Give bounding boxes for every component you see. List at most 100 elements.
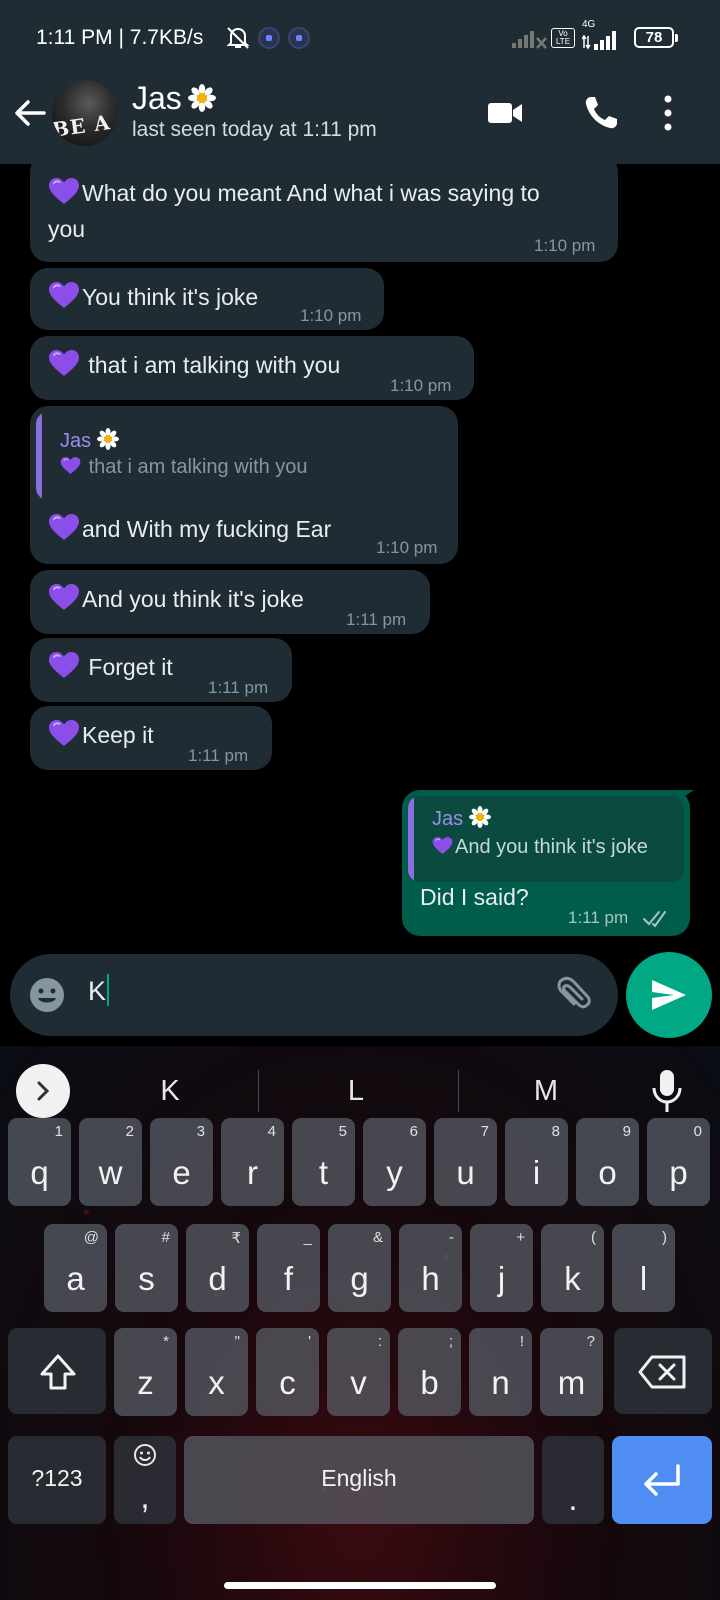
avatar-text: BE A	[52, 110, 113, 142]
key-x[interactable]: " x	[185, 1328, 248, 1416]
heart-emoji	[48, 719, 80, 747]
key-b[interactable]: ; b	[398, 1328, 461, 1416]
outgoing-message-bubble[interactable]: Jas And you think it's joke Did I said? …	[402, 790, 690, 936]
key-label: z	[137, 1364, 154, 1401]
comma-key[interactable]: ,	[114, 1436, 176, 1524]
key-v[interactable]: :v	[327, 1328, 390, 1416]
key-n[interactable]: ! n	[469, 1328, 532, 1416]
network-type: 4G	[582, 19, 596, 30]
key-d[interactable]: ₹ d	[186, 1224, 249, 1312]
backspace-icon	[638, 1355, 686, 1389]
key-label: x	[208, 1364, 225, 1401]
key-j[interactable]: + j	[470, 1224, 533, 1312]
key-hint: '	[308, 1333, 311, 1350]
message-bubble[interactable]: Forget it 1:11 pm	[30, 638, 292, 702]
mic-icon[interactable]	[650, 1066, 684, 1116]
emoji-icon[interactable]	[28, 976, 66, 1014]
keyboard-expand-button[interactable]	[16, 1064, 70, 1118]
shift-key[interactable]	[8, 1328, 106, 1414]
contact-name[interactable]: Jas	[132, 80, 216, 117]
key-label: r	[247, 1154, 258, 1191]
volte-icon: Vo LTE	[551, 28, 575, 48]
message-bubble[interactable]: What do you meant And what i was saying …	[30, 154, 618, 262]
message-line: and With my fucking Ear	[82, 516, 332, 542]
key-hint: 0	[693, 1123, 702, 1140]
quoted-message[interactable]: Jas that i am talking with you	[36, 412, 452, 500]
key-g[interactable]: & g	[328, 1224, 391, 1312]
key-q[interactable]: 1q	[8, 1118, 71, 1206]
quote-bar	[36, 412, 42, 500]
period-key[interactable]: .	[542, 1436, 604, 1524]
key-hint: 1	[54, 1123, 63, 1140]
key-u[interactable]: 7u	[434, 1118, 497, 1206]
voice-call-icon[interactable]	[580, 92, 622, 134]
key-p[interactable]: 0p	[647, 1118, 710, 1206]
heart-emoji	[432, 836, 453, 855]
key-a[interactable]: @ a	[44, 1224, 107, 1312]
key-label: n	[491, 1364, 510, 1401]
key-h[interactable]: -h	[399, 1224, 462, 1312]
space-key[interactable]: English	[184, 1436, 534, 1524]
message-bubble[interactable]: And you think it's joke 1:11 pm	[30, 570, 430, 634]
send-button[interactable]	[626, 952, 712, 1038]
message-bubble[interactable]: Keep it 1:11 pm	[30, 706, 272, 770]
key-label: e	[172, 1154, 191, 1191]
key-hint: 4	[267, 1123, 276, 1140]
battery-indicator: 78	[634, 27, 678, 48]
enter-key[interactable]	[612, 1436, 712, 1524]
key-y[interactable]: 6y	[363, 1118, 426, 1206]
muted-bell-icon	[226, 27, 250, 49]
symbols-key[interactable]: ?123	[8, 1436, 106, 1524]
key-k[interactable]: (k	[541, 1224, 604, 1312]
signal-icon	[582, 31, 616, 50]
backspace-key[interactable]	[614, 1328, 712, 1414]
message-bubble[interactable]: You think it's joke 1:10 pm	[30, 268, 384, 330]
key-label: j	[497, 1260, 506, 1297]
message-bubble[interactable]: that i am talking with you 1:10 pm	[30, 336, 474, 400]
symbols-label: ?123	[31, 1465, 83, 1491]
send-icon	[652, 980, 686, 1010]
message-time: 1:10 pm	[376, 538, 438, 557]
message-line: What do you meant And what i was saying …	[82, 180, 540, 206]
key-w[interactable]: 2w	[79, 1118, 142, 1206]
video-call-icon[interactable]	[484, 92, 526, 134]
key-hint: 7	[480, 1123, 489, 1140]
message-line: Forget it	[82, 654, 173, 680]
heart-emoji	[60, 456, 81, 475]
key-label: k	[564, 1260, 581, 1297]
heart-emoji	[48, 513, 80, 541]
message-line: And you think it's joke	[82, 586, 304, 612]
message-bubble[interactable]: Jas that i am talking with you and With …	[30, 406, 458, 564]
text-caret	[107, 974, 110, 1006]
quoted-message[interactable]: Jas And you think it's joke	[408, 796, 684, 882]
message-text: Did I said?	[420, 884, 529, 910]
key-label: s	[138, 1260, 155, 1297]
key-t[interactable]: 5t	[292, 1118, 355, 1206]
key-s[interactable]: # s	[115, 1224, 178, 1312]
key-hint: +	[516, 1229, 525, 1246]
key-m[interactable]: ? m	[540, 1328, 603, 1416]
attach-icon[interactable]	[550, 974, 592, 1016]
key-e[interactable]: 3e	[150, 1118, 213, 1206]
key-c[interactable]: ' c	[256, 1328, 319, 1416]
back-arrow-icon[interactable]	[12, 94, 50, 132]
message-time: 1:11 pm	[188, 746, 249, 765]
key-i[interactable]: 8i	[505, 1118, 568, 1206]
key-o[interactable]: 9o	[576, 1118, 639, 1206]
key-f[interactable]: _ f	[257, 1224, 320, 1312]
key-r[interactable]: 4r	[221, 1118, 284, 1206]
key-z[interactable]: * z	[114, 1328, 177, 1416]
gesture-navigation-bar[interactable]	[224, 1582, 496, 1589]
message-composer[interactable]: K	[10, 954, 618, 1036]
key-hint: _	[303, 1229, 312, 1246]
message-input[interactable]: K	[88, 974, 110, 1007]
key-label: p	[669, 1154, 688, 1191]
key-l[interactable]: ) l	[612, 1224, 675, 1312]
avatar[interactable]: BE A	[52, 80, 118, 146]
more-options-icon[interactable]	[658, 92, 678, 134]
divider	[458, 1070, 459, 1112]
key-label: m	[557, 1364, 586, 1401]
heart-emoji	[48, 281, 80, 309]
message-text: and With my fucking Ear	[48, 512, 331, 547]
heart-emoji	[48, 651, 80, 679]
